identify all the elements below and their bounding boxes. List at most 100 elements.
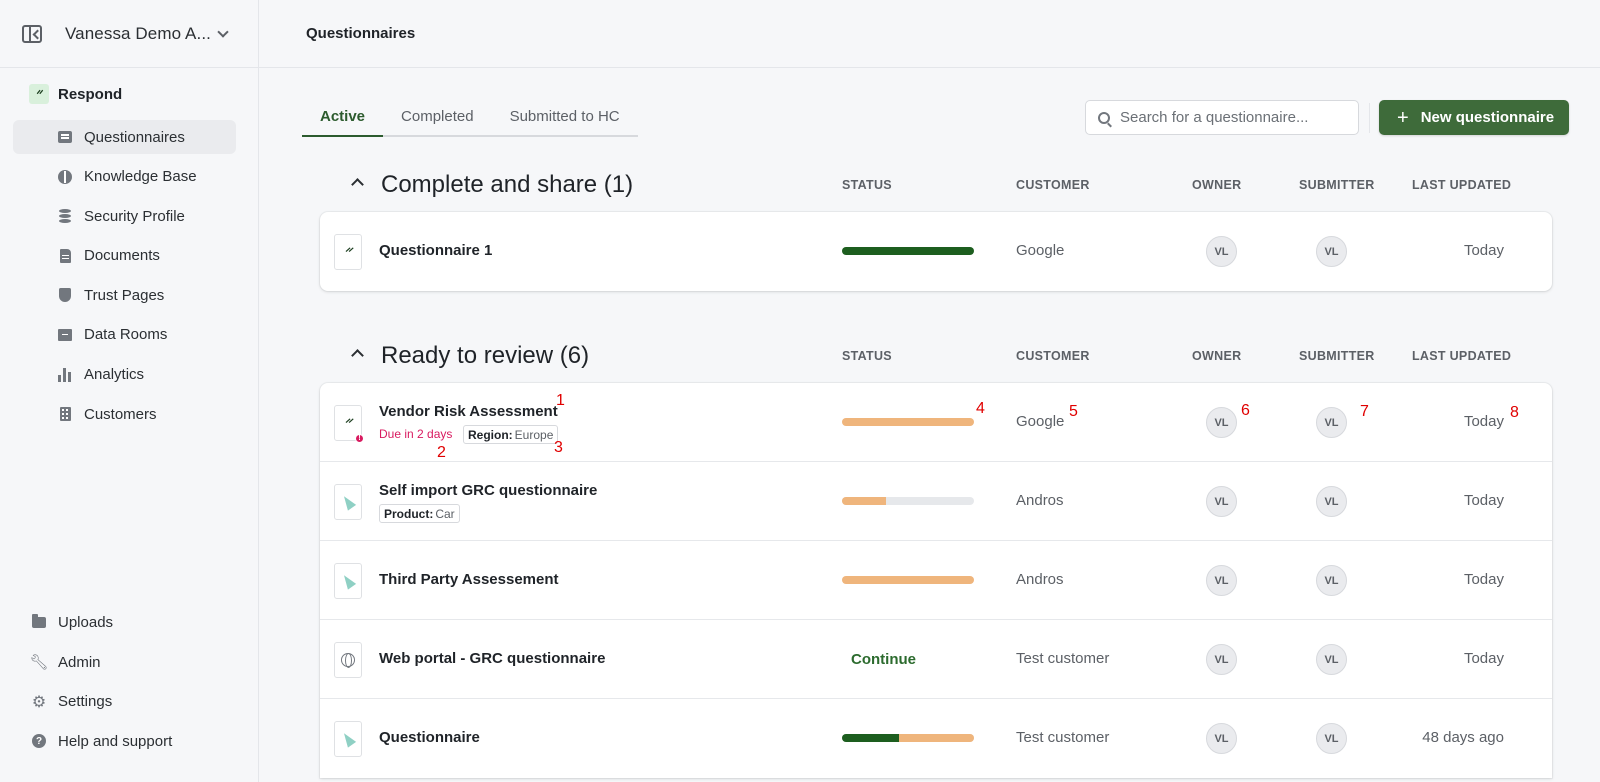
respond-logo-icon: ᐟᐟ [29, 84, 49, 104]
bar-chart-icon [58, 367, 72, 382]
search-box[interactable] [1085, 100, 1359, 135]
sidebar-item-knowledge-base[interactable]: Knowledge Base [13, 160, 236, 194]
table-row[interactable]: ᐟᐟ Questionnaire 1 Google VL VL Today [320, 212, 1552, 291]
submitter-avatar[interactable]: VL [1316, 236, 1347, 267]
customer-name: Test customer [1016, 650, 1110, 667]
questionnaire-table: ᐟᐟ Questionnaire 1 Google VL VL Today [320, 212, 1552, 291]
questionnaire-name[interactable]: Vendor Risk Assessment [379, 403, 558, 420]
owner-avatar[interactable]: VL [1206, 644, 1237, 675]
sidebar-item-label: Customers [84, 405, 157, 423]
status-progress-bar [842, 576, 974, 584]
sidebar-item-customers[interactable]: Customers [13, 397, 236, 431]
workspace-name[interactable]: Vanessa Demo A... [65, 24, 211, 44]
tab-completed[interactable]: Completed [383, 98, 492, 135]
table-row[interactable]: Third Party Assessement Andros VL VL Tod… [320, 541, 1552, 620]
submitter-avatar[interactable]: VL [1316, 565, 1347, 596]
sidebar-item-questionnaires[interactable]: Questionnaires [13, 120, 236, 154]
sidebar-item-data-rooms[interactable]: Data Rooms [13, 318, 236, 352]
building-icon [58, 407, 72, 422]
sidebar-item-label: Settings [58, 693, 113, 711]
chevron-up-icon[interactable] [351, 349, 364, 362]
archive-icon [58, 328, 72, 342]
questionnaire-table: ᐟᐟ ! Vendor Risk Assessment Due in 2 day… [320, 383, 1552, 778]
questionnaire-icon [58, 130, 72, 144]
sidebar-item-label: Data Rooms [84, 326, 168, 344]
submitter-avatar[interactable]: VL [1316, 723, 1347, 754]
last-updated: Today [1463, 492, 1504, 509]
tab-active[interactable]: Active [302, 98, 384, 137]
questionnaire-name[interactable]: Third Party Assessement [379, 571, 559, 588]
sidebar-item-trust-pages[interactable]: Trust Pages [13, 278, 236, 312]
table-row[interactable]: Questionnaire Test customer VL VL 48 day… [320, 699, 1552, 778]
sidebar-item-label: Uploads [58, 614, 114, 632]
tag-value: Europe [514, 427, 554, 442]
questionnaire-name[interactable]: Questionnaire 1 [379, 242, 492, 259]
alert-icon: ! [355, 434, 364, 443]
sidebar-item-security-profile[interactable]: Security Profile [13, 199, 236, 233]
sidebar-item-admin[interactable]: 🔧︎ Admin [13, 645, 237, 679]
owner-avatar[interactable]: VL [1206, 236, 1237, 267]
last-updated: Today [1463, 650, 1504, 667]
status-progress-bar [842, 734, 974, 742]
folder-icon [32, 614, 46, 630]
shield-icon [58, 288, 72, 303]
section-title: Complete and share (1) [381, 171, 634, 198]
owner-avatar[interactable]: VL [1206, 486, 1237, 517]
owner-avatar[interactable]: VL [1206, 723, 1237, 754]
plus-icon: + [1397, 106, 1409, 129]
search-icon [1098, 111, 1110, 124]
new-questionnaire-button[interactable]: + New questionnaire [1379, 100, 1569, 135]
last-updated: 48 days ago [1422, 729, 1504, 746]
chevron-up-icon[interactable] [351, 178, 364, 191]
questionnaire-name[interactable]: Web portal - GRC questionnaire [379, 650, 605, 667]
owner-avatar[interactable]: VL [1206, 407, 1237, 438]
sidebar-toggle-icon[interactable] [22, 24, 42, 43]
sidebar-item-label: Admin [58, 653, 101, 671]
chevron-down-icon[interactable] [217, 25, 229, 38]
sidebar-item-settings[interactable]: ⚙ Settings [13, 685, 237, 719]
annotation-marker: 4 [976, 400, 985, 417]
sidebar-item-label: Trust Pages [84, 286, 165, 304]
globe-icon [334, 642, 362, 678]
table-row[interactable]: Self import GRC questionnaire Product: Ca… [320, 462, 1552, 541]
submitter-avatar[interactable]: VL [1316, 644, 1347, 675]
sidebar-item-label: Documents [84, 247, 160, 265]
table-row[interactable]: Web portal - GRC questionnaire Continue … [320, 620, 1552, 699]
questionnaire-name[interactable]: Questionnaire [379, 729, 480, 746]
tag-key: Region: [468, 427, 513, 442]
column-header-status: STATUS [842, 349, 892, 363]
sidebar-item-help[interactable]: ? Help and support [13, 724, 237, 758]
sidebar-item-label: Help and support [58, 732, 173, 750]
metadata-tag[interactable]: Product: Car [379, 504, 460, 523]
column-header-customer: CUSTOMER [1016, 178, 1090, 192]
annotation-marker: 1 [556, 392, 565, 409]
respond-logo-icon: ᐟᐟ ! [334, 405, 364, 443]
sidebar-item-documents[interactable]: Documents [13, 239, 236, 273]
table-row[interactable]: ᐟᐟ ! Vendor Risk Assessment Due in 2 day… [320, 383, 1552, 462]
nav-section-respond: ᐟᐟ Respond [0, 82, 258, 106]
status-progress-bar [842, 497, 974, 505]
metadata-tag[interactable]: Region: Europe [463, 425, 559, 444]
questionnaire-name[interactable]: Self import GRC questionnaire [379, 482, 597, 499]
submitter-avatar[interactable]: VL [1316, 486, 1347, 517]
submitter-avatar[interactable]: VL [1316, 407, 1347, 438]
search-input[interactable] [1120, 109, 1340, 126]
column-header-status: STATUS [842, 178, 892, 192]
workspace-header: Vanessa Demo A... [0, 0, 258, 68]
continue-link[interactable]: Continue [851, 651, 916, 668]
document-icon [58, 248, 72, 263]
column-header-submitter: SUBMITTER [1299, 349, 1375, 363]
cursor-icon [334, 563, 362, 599]
column-header-customer: CUSTOMER [1016, 349, 1090, 363]
customer-name: Andros [1016, 492, 1064, 509]
last-updated: Today [1463, 413, 1504, 430]
tab-submitted-to-hc[interactable]: Submitted to HC [492, 98, 638, 135]
column-header-last-updated: LAST UPDATED [1412, 178, 1512, 192]
customer-name: Google [1016, 242, 1065, 259]
sidebar-item-uploads[interactable]: Uploads [13, 606, 237, 640]
gear-icon: ⚙ [31, 693, 47, 711]
nav-section-label: Respond [58, 85, 123, 103]
sidebar-item-analytics[interactable]: Analytics [13, 358, 236, 392]
column-header-owner: OWNER [1192, 178, 1242, 192]
owner-avatar[interactable]: VL [1206, 565, 1237, 596]
